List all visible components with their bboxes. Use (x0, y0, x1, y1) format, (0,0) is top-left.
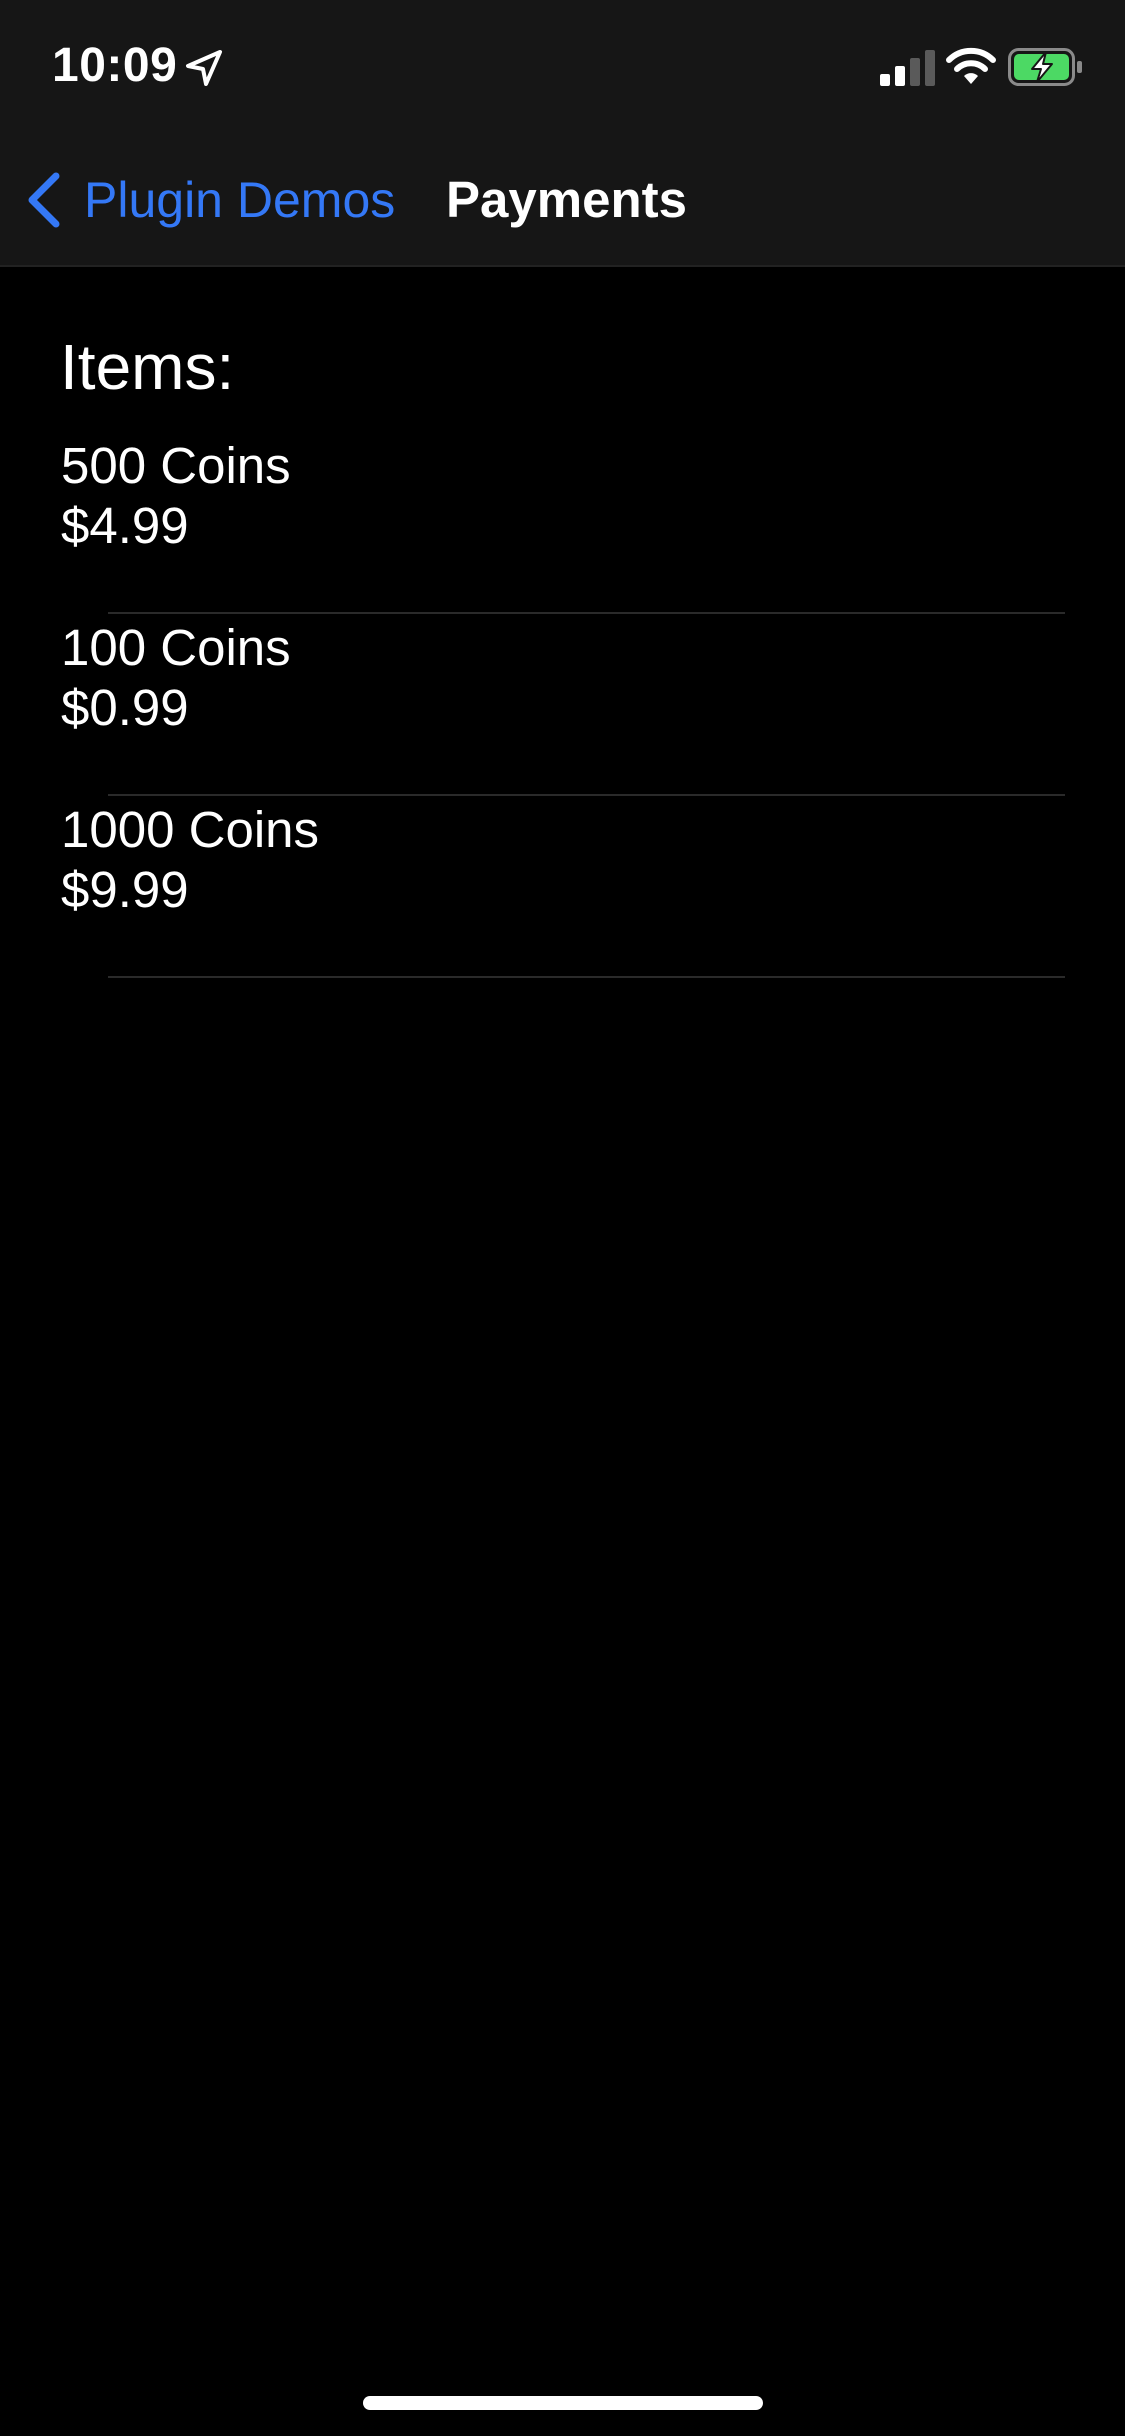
item-name: 1000 Coins (61, 801, 320, 858)
item-price: $4.99 (61, 497, 189, 554)
back-button[interactable]: Plugin Demos (22, 160, 395, 240)
page-title: Payments (446, 171, 687, 228)
items-heading: Items: (60, 331, 235, 403)
item-list: 500 Coins $4.99 100 Coins $0.99 1000 Coi… (0, 432, 1125, 978)
wifi-icon (946, 47, 996, 84)
home-indicator[interactable] (363, 2396, 763, 2410)
top-bar: 10:09 Plugin Demos Payments (0, 0, 1125, 267)
item-name: 100 Coins (61, 619, 291, 676)
battery-charging-icon (1008, 48, 1082, 86)
item-price: $0.99 (61, 679, 189, 736)
list-item[interactable]: 500 Coins $4.99 (0, 432, 1125, 614)
list-item[interactable]: 100 Coins $0.99 (0, 614, 1125, 796)
cellular-signal-icon (880, 50, 935, 86)
chevron-left-icon (28, 172, 60, 228)
location-arrow-icon (186, 50, 222, 86)
item-price: $9.99 (61, 861, 189, 918)
item-name: 500 Coins (61, 437, 291, 494)
back-button-label: Plugin Demos (84, 172, 396, 228)
list-item[interactable]: 1000 Coins $9.99 (0, 796, 1125, 978)
divider (108, 976, 1065, 978)
status-time: 10:09 (52, 39, 178, 92)
